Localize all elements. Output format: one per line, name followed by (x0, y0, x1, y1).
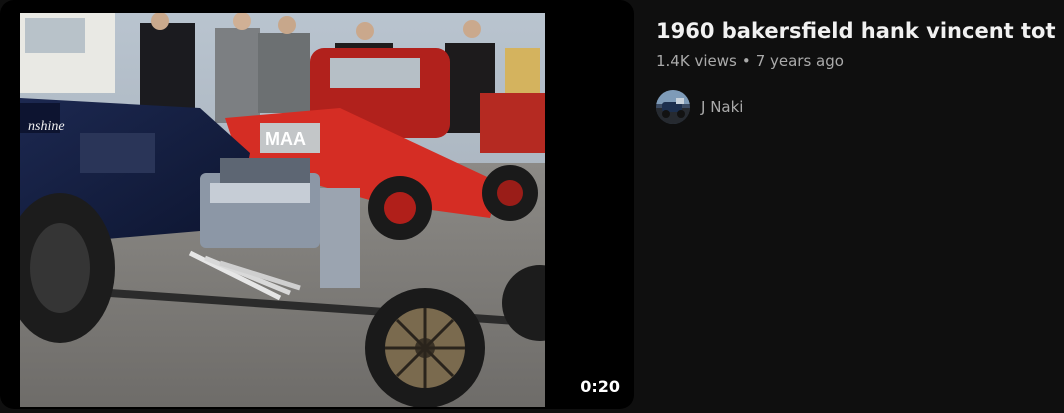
video-thumbnail[interactable]: MAA nshine 0:20 (0, 0, 634, 409)
svg-text:nshine: nshine (28, 119, 65, 134)
stats-separator: • (741, 52, 751, 70)
channel-name[interactable]: J Naki (701, 98, 743, 116)
channel-avatar-icon[interactable] (656, 90, 690, 124)
video-result-card[interactable]: MAA nshine 0:20 1960 bakersfield hank vi… (0, 0, 1064, 413)
view-count: 1.4K views (656, 52, 737, 70)
upload-age: 7 years ago (755, 52, 844, 70)
video-meta: 1960 bakersfield hank vincent total 1.4K… (656, 16, 1056, 124)
duration-badge: 0:20 (576, 375, 624, 399)
channel-link[interactable]: J Naki (656, 90, 1056, 124)
thumbnail-image: MAA nshine (20, 13, 545, 407)
video-stats: 1.4K views • 7 years ago (656, 50, 1056, 72)
svg-text:MAA: MAA (265, 129, 306, 149)
video-title[interactable]: 1960 bakersfield hank vincent total (656, 16, 1056, 46)
